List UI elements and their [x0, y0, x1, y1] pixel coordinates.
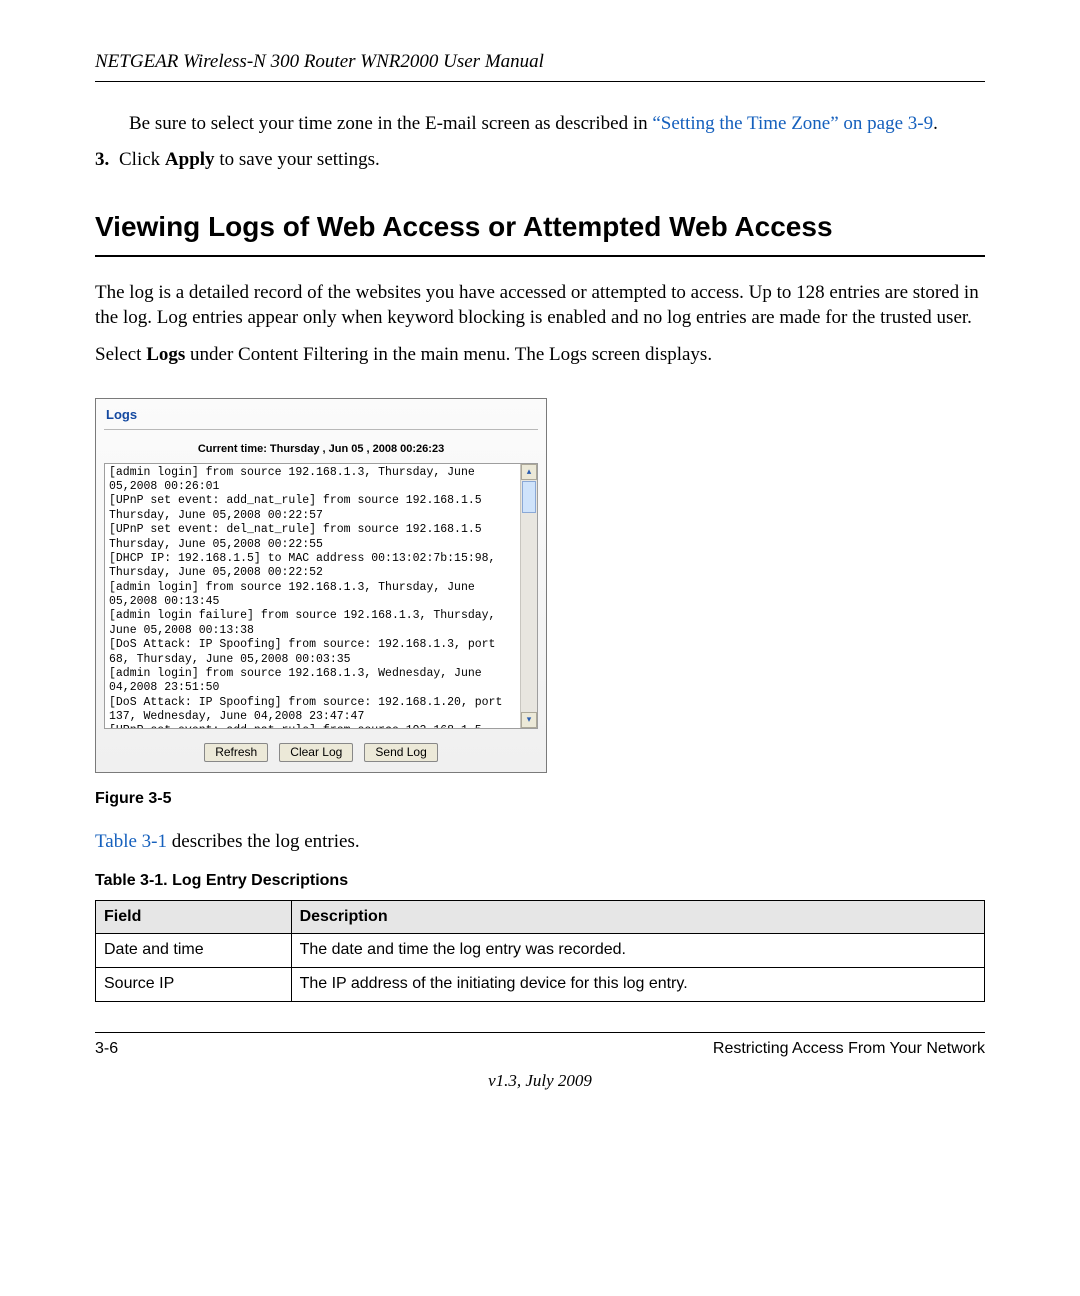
- clear-log-button[interactable]: Clear Log: [279, 743, 353, 763]
- current-time-label: Current time: Thursday , Jun 05 , 2008 0…: [96, 438, 546, 462]
- footer-rule: [95, 1032, 985, 1033]
- logs-screenshot: Logs Current time: Thursday , Jun 05 , 2…: [95, 398, 547, 774]
- button-row: Refresh Clear Log Send Log: [96, 735, 546, 773]
- para2-c: under Content Filtering in the main menu…: [185, 344, 712, 365]
- cell-desc: The date and time the log entry was reco…: [291, 934, 984, 968]
- log-line: [admin login failure] from source 192.16…: [109, 609, 519, 638]
- section-heading: Viewing Logs of Web Access or Attempted …: [95, 209, 985, 257]
- select-logs-para: Select Logs under Content Filtering in t…: [95, 343, 985, 368]
- para2-a: Select: [95, 344, 146, 365]
- cell-desc: The IP address of the initiating device …: [291, 968, 984, 1002]
- page-number: 3-6: [95, 1039, 118, 1060]
- figure-caption: Figure 3-5: [95, 789, 985, 810]
- para2-logs: Logs: [146, 344, 185, 365]
- table-header-row: Field Description: [96, 900, 985, 934]
- log-line: [admin login] from source 192.168.1.3, T…: [109, 466, 519, 495]
- panel-separator: [104, 429, 538, 430]
- step3-c: to save your settings.: [215, 149, 380, 170]
- table-intro-rest: describes the log entries.: [167, 831, 360, 852]
- log-description-para: The log is a detailed record of the webs…: [95, 281, 985, 330]
- timezone-link[interactable]: “Setting the Time Zone” on page 3-9: [652, 113, 933, 134]
- log-entry-table: Field Description Date and time The date…: [95, 900, 985, 1002]
- step-number: 3.: [95, 148, 119, 173]
- cell-field: Source IP: [96, 968, 292, 1002]
- log-line: [DoS Attack: IP Spoofing] from source: 1…: [109, 638, 519, 667]
- th-field: Field: [96, 900, 292, 934]
- step3-apply: Apply: [165, 149, 215, 170]
- step-3: 3.Click Apply to save your settings.: [95, 148, 985, 173]
- footer: 3-6 Restricting Access From Your Network: [95, 1039, 985, 1060]
- log-line: [UPnP set event: add_nat_rule] from sour…: [109, 724, 519, 728]
- chapter-title: Restricting Access From Your Network: [713, 1039, 985, 1060]
- log-line: [admin login] from source 192.168.1.3, W…: [109, 667, 519, 696]
- scroll-up-icon[interactable]: ▴: [521, 464, 537, 480]
- scroll-down-icon[interactable]: ▾: [521, 712, 537, 728]
- log-line: [UPnP set event: del_nat_rule] from sour…: [109, 523, 519, 552]
- version-label: v1.3, July 2009: [95, 1070, 985, 1092]
- scrollbar[interactable]: ▴ ▾: [520, 464, 537, 728]
- header-rule: [95, 81, 985, 82]
- log-line: [DHCP IP: 192.168.1.5] to MAC address 00…: [109, 552, 519, 581]
- table-row: Date and time The date and time the log …: [96, 934, 985, 968]
- log-line: [admin login] from source 192.168.1.3, T…: [109, 581, 519, 610]
- table-row: Source IP The IP address of the initiati…: [96, 968, 985, 1002]
- log-line: [DoS Attack: IP Spoofing] from source: 1…: [109, 696, 519, 725]
- log-line: [UPnP set event: add_nat_rule] from sour…: [109, 494, 519, 523]
- intro-text-a: Be sure to select your time zone in the …: [129, 113, 652, 134]
- refresh-button[interactable]: Refresh: [204, 743, 268, 763]
- log-textarea-wrap: [admin login] from source 192.168.1.3, T…: [104, 463, 538, 729]
- table-caption: Table 3-1. Log Entry Descriptions: [95, 871, 985, 892]
- cell-field: Date and time: [96, 934, 292, 968]
- timezone-note: Be sure to select your time zone in the …: [129, 112, 985, 137]
- table-intro: Table 3-1 describes the log entries.: [95, 830, 985, 855]
- page-header: NETGEAR Wireless-N 300 Router WNR2000 Us…: [95, 50, 985, 75]
- table-link[interactable]: Table 3-1: [95, 831, 167, 852]
- th-description: Description: [291, 900, 984, 934]
- log-textarea[interactable]: [admin login] from source 192.168.1.3, T…: [104, 463, 538, 729]
- step3-a: Click: [119, 149, 165, 170]
- send-log-button[interactable]: Send Log: [364, 743, 437, 763]
- intro-text-b: .: [933, 113, 938, 134]
- panel-title: Logs: [96, 399, 546, 430]
- scroll-thumb[interactable]: [522, 481, 536, 513]
